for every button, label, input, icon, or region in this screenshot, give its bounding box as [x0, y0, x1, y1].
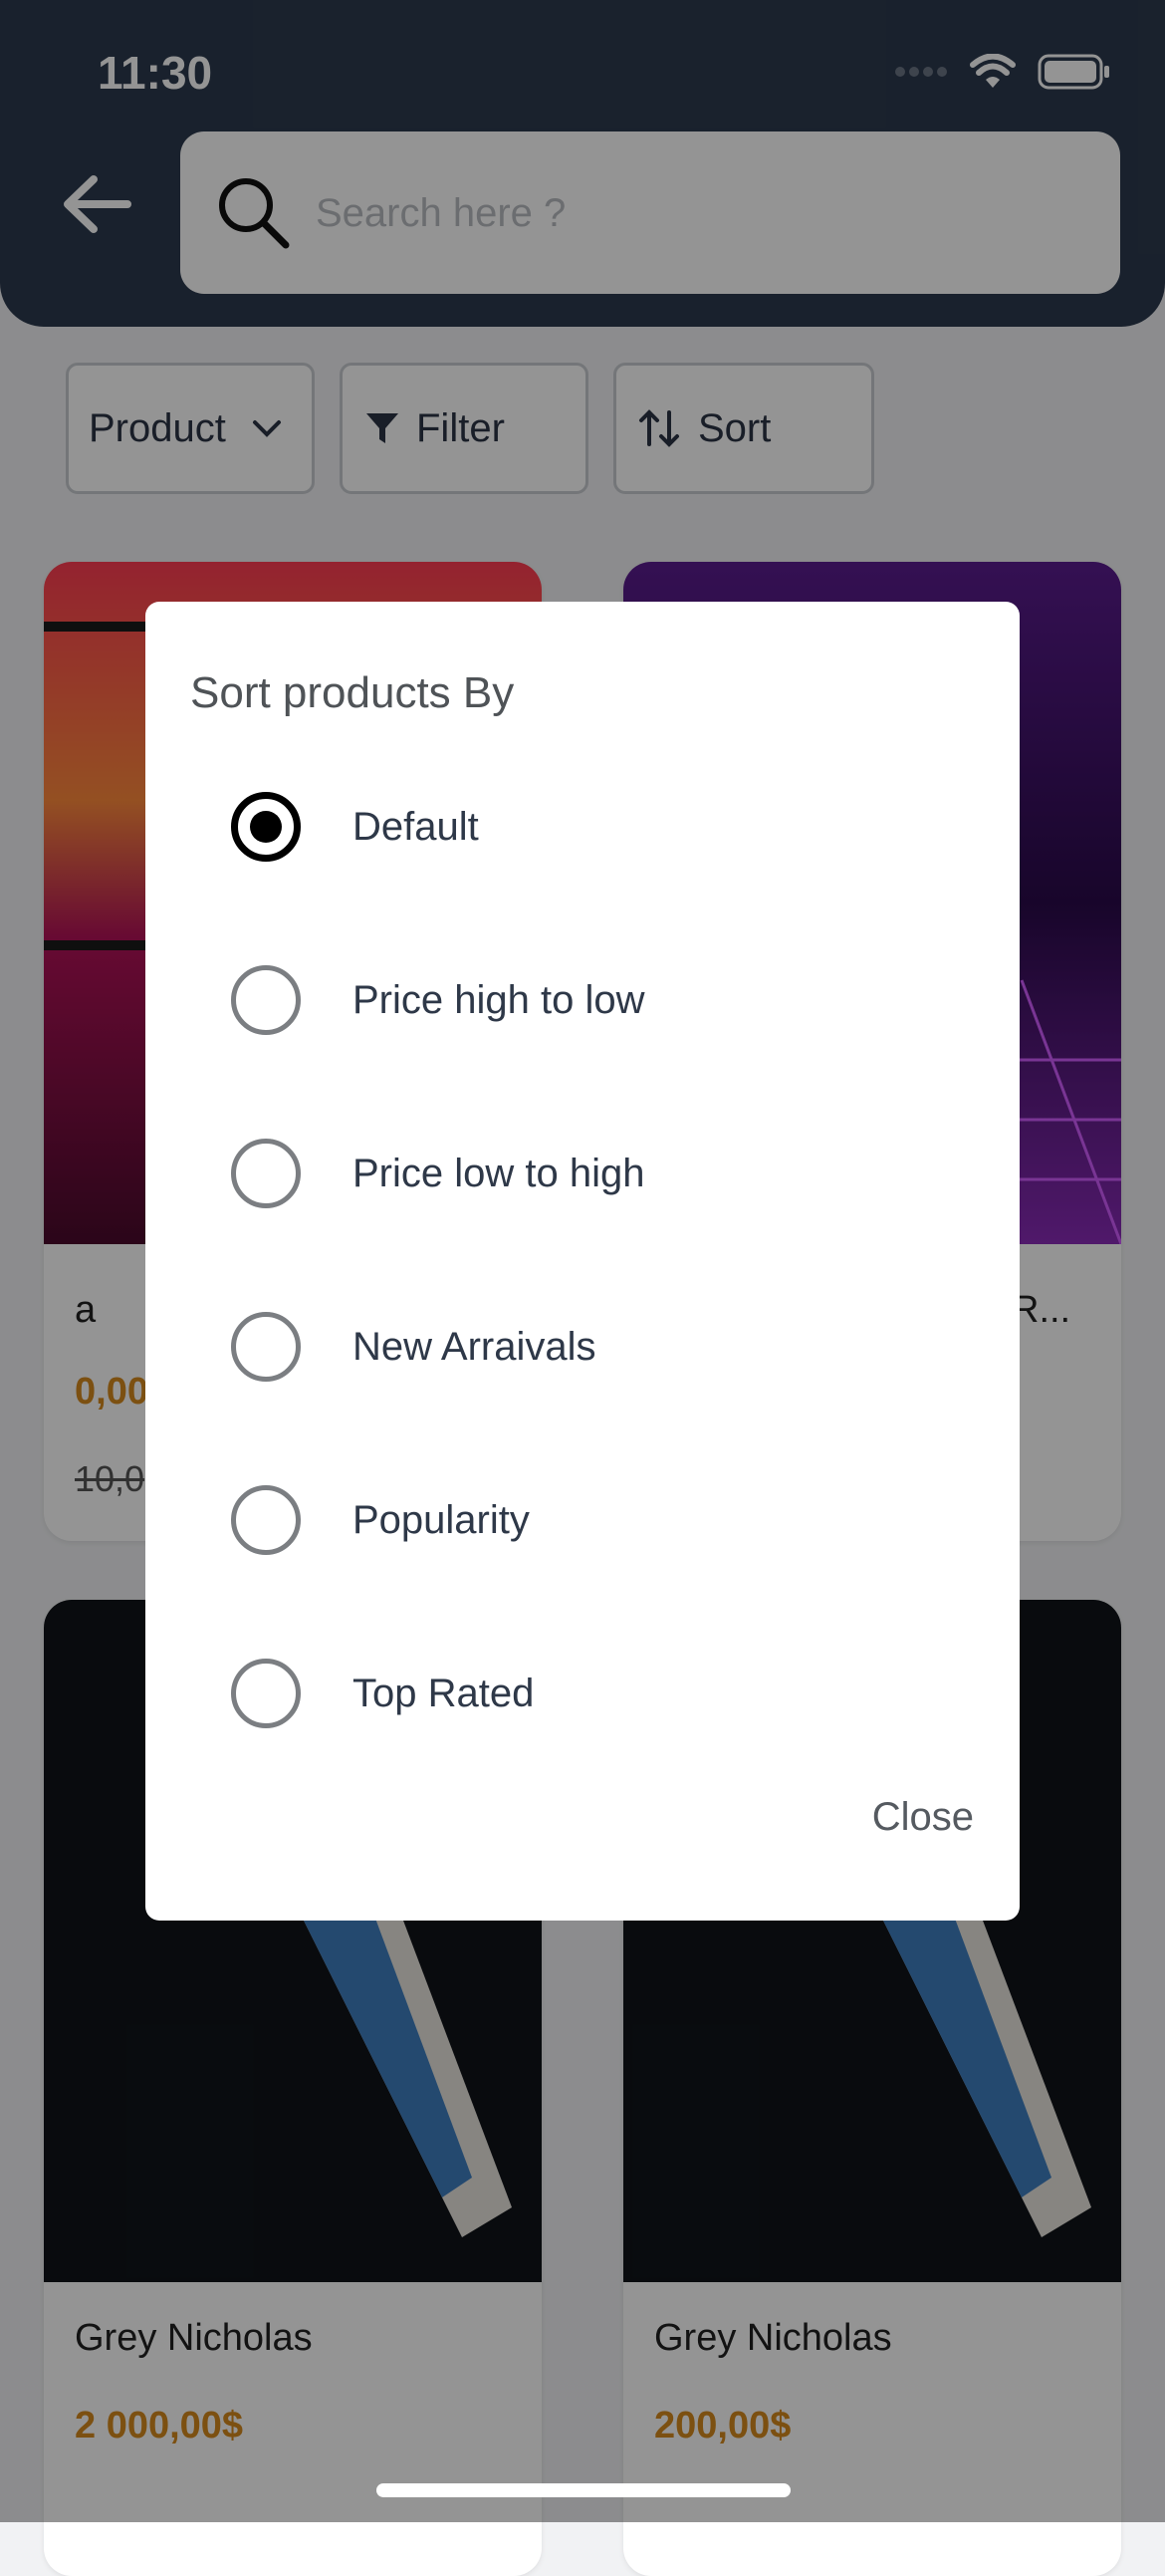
radio-button[interactable]	[231, 1485, 301, 1555]
sort-option-label: New Arraivals	[352, 1324, 596, 1369]
sort-option-popularity[interactable]: Popularity	[231, 1460, 988, 1580]
radio-button[interactable]	[231, 1139, 301, 1208]
sort-option-label: Price low to high	[352, 1151, 645, 1195]
dialog-title: Sort products By	[190, 668, 515, 717]
sort-option-price-low-to-high[interactable]: Price low to high	[231, 1114, 988, 1233]
close-button[interactable]: Close	[872, 1795, 974, 1840]
radio-button[interactable]	[231, 965, 301, 1035]
sort-option-label: Popularity	[352, 1497, 530, 1542]
radio-button[interactable]	[231, 1659, 301, 1728]
sort-option-price-high-to-low[interactable]: Price high to low	[231, 940, 988, 1060]
sort-option-default[interactable]: Default	[231, 767, 988, 887]
sort-dialog: Sort products By Default Price high to l…	[145, 602, 1020, 1921]
sort-option-label: Default	[352, 804, 479, 849]
sort-option-label: Top Rated	[352, 1671, 535, 1715]
sort-option-new-arrivals[interactable]: New Arraivals	[231, 1287, 988, 1407]
home-indicator	[376, 2483, 791, 2497]
sort-option-label: Price high to low	[352, 977, 645, 1022]
sort-option-top-rated[interactable]: Top Rated	[231, 1634, 988, 1753]
radio-button[interactable]	[231, 1312, 301, 1382]
radio-button-checked[interactable]	[231, 792, 301, 862]
